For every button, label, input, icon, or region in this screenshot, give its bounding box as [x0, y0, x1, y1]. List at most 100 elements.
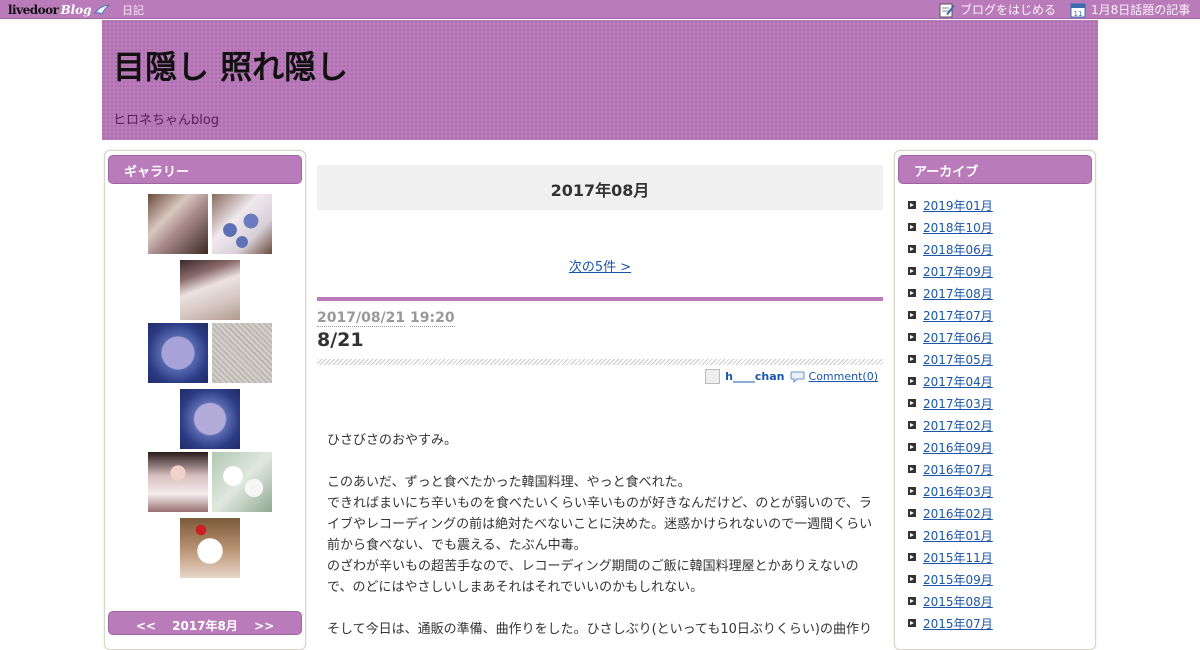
gallery-thumb[interactable]	[148, 452, 208, 512]
entry-meta: h____chan Comment(0)	[705, 369, 878, 384]
archive-item: 2019年01月	[908, 194, 993, 216]
archive-item: 2016年01月	[908, 524, 993, 546]
archive-month-link[interactable]: 2018年06月	[923, 241, 993, 258]
arrow-bullet-icon	[908, 289, 916, 297]
blog-header: 目隠し 照れ隠し ヒロネちゃんblog	[102, 20, 1098, 140]
arrow-bullet-icon	[908, 223, 916, 231]
calendar-prev-link[interactable]: <<	[136, 619, 156, 633]
archive-item: 2017年05月	[908, 348, 993, 370]
archive-month-link[interactable]: 2017年05月	[923, 351, 993, 368]
bird-icon	[93, 3, 110, 15]
archive-item: 2017年09月	[908, 260, 993, 282]
archive-month-link[interactable]: 2015年11月	[923, 549, 993, 566]
topics-label: 1月8日話題の記事	[1091, 3, 1191, 17]
body-paragraph: のざわが辛いもの超苦手なので、レコーディング期間のご飯に韓国料理屋とかありえない…	[327, 559, 859, 595]
body-paragraph: できればまいにち辛いものを食べたいくらい辛いものが好きなんだけど、のとが弱いので…	[327, 496, 873, 553]
arrow-bullet-icon	[908, 619, 916, 627]
arrow-bullet-icon	[908, 421, 916, 429]
blog-subtitle: ヒロネちゃんblog	[113, 113, 220, 128]
archive-month-link[interactable]: 2015年08月	[923, 593, 993, 610]
arrow-bullet-icon	[908, 245, 916, 253]
pencil-notepad-icon	[939, 3, 955, 17]
arrow-bullet-icon	[908, 377, 916, 385]
archive-month-link[interactable]: 2016年02月	[923, 505, 993, 522]
archive-month-link[interactable]: 2016年07月	[923, 461, 993, 478]
archive-month-link[interactable]: 2016年03月	[923, 483, 993, 500]
archive-item: 2017年04月	[908, 370, 993, 392]
gallery-thumb[interactable]	[212, 323, 272, 383]
logo-livedoor-text: livedoor	[8, 2, 59, 17]
entry-datetime: 2017/08/21 19:20	[317, 310, 455, 327]
archive-item: 2017年06月	[908, 326, 993, 348]
gallery-thumb[interactable]	[180, 518, 240, 578]
archive-month-link[interactable]: 2017年07月	[923, 307, 993, 324]
comment-count-link[interactable]: Comment(0)	[809, 370, 878, 383]
month-heading: 2017年08月	[317, 165, 883, 210]
entry-time: 19:20	[410, 310, 455, 327]
body-paragraph	[327, 451, 875, 472]
entry-title[interactable]: 8/21	[317, 329, 364, 351]
archive-item: 2017年07月	[908, 304, 993, 326]
gallery-heading: ギャラリー	[108, 155, 302, 184]
gallery-thumb[interactable]	[148, 194, 208, 254]
archive-item: 2015年07月	[908, 612, 993, 634]
start-blog-link[interactable]: ブログをはじめる	[939, 1, 1056, 18]
archive-item: 2016年09月	[908, 436, 993, 458]
archive-month-link[interactable]: 2017年09月	[923, 263, 993, 280]
arrow-bullet-icon	[908, 509, 916, 517]
archive-item: 2015年11月	[908, 546, 993, 568]
archive-month-link[interactable]: 2015年09月	[923, 571, 993, 588]
comment-bubble-icon	[790, 371, 805, 383]
calendar-icon: 11	[1070, 3, 1086, 18]
author-link[interactable]: h____chan	[725, 370, 784, 383]
archive-month-link[interactable]: 2017年03月	[923, 395, 993, 412]
calendar-icon-day: 11	[1074, 10, 1083, 18]
arrow-bullet-icon	[908, 487, 916, 495]
archive-month-link[interactable]: 2015年07月	[923, 615, 993, 632]
arrow-bullet-icon	[908, 311, 916, 319]
arrow-bullet-icon	[908, 333, 916, 341]
blog-title[interactable]: 目隠し 照れ隠し	[113, 42, 348, 88]
archive-month-link[interactable]: 2017年02月	[923, 417, 993, 434]
next-page-nav: 次の5件 >	[317, 256, 883, 275]
archive-heading: アーカイブ	[898, 155, 1092, 184]
arrow-bullet-icon	[908, 553, 916, 561]
archive-item: 2018年06月	[908, 238, 993, 260]
arrow-bullet-icon	[908, 201, 916, 209]
logo-blog-text: Blog	[60, 2, 92, 17]
body-paragraph: このあいだ、ずっと食べたかった韓国料理、やっと食べれた。	[327, 475, 691, 490]
archive-list: 2019年01月 2018年10月 2018年06月 2017年09月 2017年08月…	[908, 194, 993, 634]
archive-month-link[interactable]: 2017年06月	[923, 329, 993, 346]
arrow-bullet-icon	[908, 443, 916, 451]
archive-item: 2016年03月	[908, 480, 993, 502]
start-blog-label: ブログをはじめる	[960, 3, 1057, 17]
archive-month-link[interactable]: 2019年01月	[923, 197, 993, 214]
archive-month-link[interactable]: 2017年08月	[923, 285, 993, 302]
livedoor-blog-logo[interactable]: livedoor Blog	[8, 1, 110, 18]
body-paragraph: ひさびさのおやすみ。	[327, 433, 458, 448]
gallery-thumb[interactable]	[148, 323, 208, 383]
calendar-next-link[interactable]: >>	[254, 619, 274, 633]
gallery-thumb[interactable]	[212, 452, 272, 512]
diary-category-link[interactable]: 日記	[122, 2, 144, 18]
topics-link[interactable]: 11 1月8日話題の記事	[1070, 1, 1190, 18]
calendar-month-label: 2017年8月	[172, 619, 238, 633]
gallery-thumb[interactable]	[180, 260, 240, 320]
archive-item: 2016年07月	[908, 458, 993, 480]
archive-item: 2015年09月	[908, 568, 993, 590]
archive-month-link[interactable]: 2016年09月	[923, 439, 993, 456]
next-five-link[interactable]: 次の5件 >	[569, 260, 631, 275]
arrow-bullet-icon	[908, 531, 916, 539]
livedoor-topbar: livedoor Blog 日記 ブログをはじめる 11 1月8日話題の記事	[0, 0, 1200, 19]
dotted-divider	[317, 359, 883, 365]
entry-body: ひさびさのおやすみ。このあいだ、ずっと食べたかった韓国料理、やっと食べれた。でき…	[327, 430, 875, 640]
arrow-bullet-icon	[908, 355, 916, 363]
body-paragraph	[327, 598, 875, 619]
archive-item: 2017年03月	[908, 392, 993, 414]
archive-month-link[interactable]: 2017年04月	[923, 373, 993, 390]
entry-date: 2017/08/21	[317, 310, 406, 327]
gallery-thumb[interactable]	[180, 389, 240, 449]
gallery-thumb[interactable]	[212, 194, 272, 254]
archive-month-link[interactable]: 2016年01月	[923, 527, 993, 544]
archive-month-link[interactable]: 2018年10月	[923, 219, 993, 236]
